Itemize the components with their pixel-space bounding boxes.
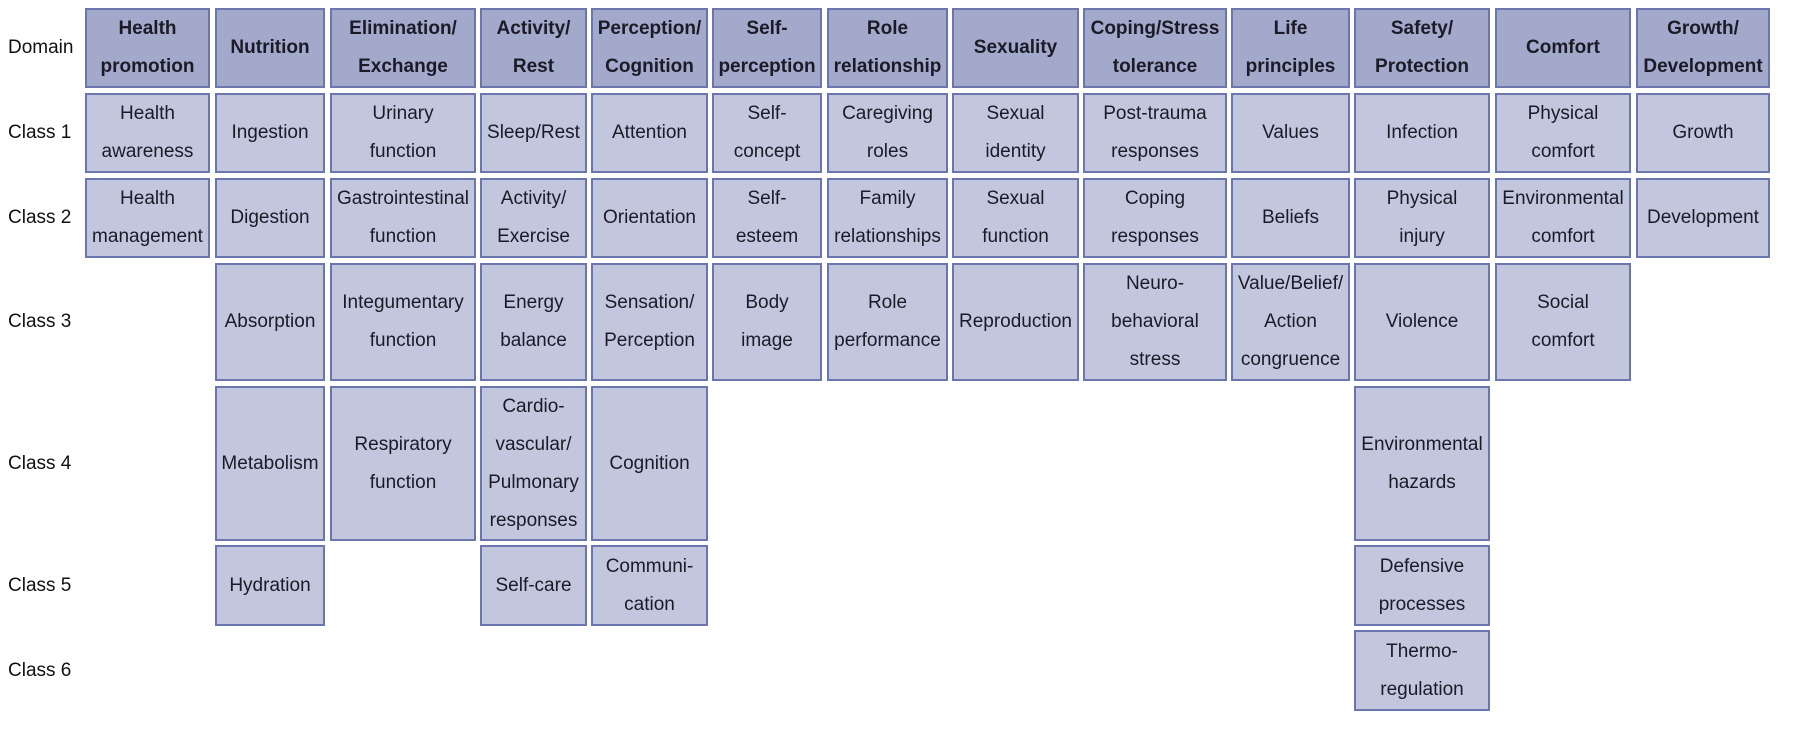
- class-cell: Integumentary function: [330, 263, 476, 381]
- class-cell: Cognition: [591, 386, 708, 541]
- class-cell: Development: [1636, 178, 1770, 258]
- class-cell: Orientation: [591, 178, 708, 258]
- class-cell: Growth: [1636, 93, 1770, 173]
- domain-header-cell: Health promotion: [85, 8, 210, 88]
- class-cell: Social comfort: [1495, 263, 1631, 381]
- domain-header-cell: Life principles: [1231, 8, 1350, 88]
- class-cell: Absorption: [215, 263, 325, 381]
- class-cell: Metabolism: [215, 386, 325, 541]
- class-cell: Body image: [712, 263, 822, 381]
- domain-header-cell: Comfort: [1495, 8, 1631, 88]
- class-cell: Activity/ Exercise: [480, 178, 587, 258]
- row-label-class-6: Class 6: [8, 659, 72, 681]
- class-cell: Self-care: [480, 545, 587, 626]
- domain-header-cell: Activity/ Rest: [480, 8, 587, 88]
- class-cell: Reproduction: [952, 263, 1079, 381]
- class-cell: Self- esteem: [712, 178, 822, 258]
- class-cell: Infection: [1354, 93, 1490, 173]
- class-cell: Environmental hazards: [1354, 386, 1490, 541]
- domain-header-cell: Nutrition: [215, 8, 325, 88]
- row-label-class-1: Class 1: [8, 122, 72, 143]
- class-cell: Sexual identity: [952, 93, 1079, 173]
- class-cell: Attention: [591, 93, 708, 173]
- domain-header-cell: Sexuality: [952, 8, 1079, 88]
- class-cell: Health awareness: [85, 93, 210, 173]
- class-cell: Beliefs: [1231, 178, 1350, 258]
- class-cell: Thermo- regulation: [1354, 630, 1490, 711]
- class-cell: Communi- cation: [591, 545, 708, 626]
- class-cell: Cardio- vascular/ Pulmonary responses: [480, 386, 587, 541]
- class-cell: Environmental comfort: [1495, 178, 1631, 258]
- class-cell: Values: [1231, 93, 1350, 173]
- class-cell: Self- concept: [712, 93, 822, 173]
- class-cell: Digestion: [215, 178, 325, 258]
- class-cell: Sleep/Rest: [480, 93, 587, 173]
- class-cell: Family relationships: [827, 178, 948, 258]
- class-cell: Physical comfort: [1495, 93, 1631, 173]
- class-cell: Health management: [85, 178, 210, 258]
- row-label-class-5: Class 5: [8, 574, 72, 596]
- row-label-class-4: Class 4: [8, 452, 72, 474]
- class-cell: Defensive processes: [1354, 545, 1490, 626]
- class-cell: Coping responses: [1083, 178, 1227, 258]
- class-cell: Ingestion: [215, 93, 325, 173]
- class-cell: Physical injury: [1354, 178, 1490, 258]
- class-cell: Respiratory function: [330, 386, 476, 541]
- class-cell: Urinary function: [330, 93, 476, 173]
- class-cell: Post-trauma responses: [1083, 93, 1227, 173]
- domain-header-cell: Coping/Stress tolerance: [1083, 8, 1227, 88]
- class-cell: Neuro- behavioral stress: [1083, 263, 1227, 381]
- class-cell: Energy balance: [480, 263, 587, 381]
- domain-header-cell: Elimination/ Exchange: [330, 8, 476, 88]
- class-cell: Sensation/ Perception: [591, 263, 708, 381]
- class-cell: Sexual function: [952, 178, 1079, 258]
- domain-header-cell: Self- perception: [712, 8, 822, 88]
- class-cell: Value/Belief/ Action congruence: [1231, 263, 1350, 381]
- domain-header-cell: Perception/ Cognition: [591, 8, 708, 88]
- class-cell: Violence: [1354, 263, 1490, 381]
- class-cell: Hydration: [215, 545, 325, 626]
- domain-header-cell: Safety/ Protection: [1354, 8, 1490, 88]
- row-label-class-2: Class 2: [8, 207, 72, 228]
- row-label-domain: Domain: [8, 37, 74, 58]
- domain-header-cell: Role relationship: [827, 8, 948, 88]
- class-cell: Caregiving roles: [827, 93, 948, 173]
- class-cell: Role performance: [827, 263, 948, 381]
- row-label-class-3: Class 3: [8, 311, 72, 332]
- class-cell: Gastrointestinal function: [330, 178, 476, 258]
- domain-header-cell: Growth/ Development: [1636, 8, 1770, 88]
